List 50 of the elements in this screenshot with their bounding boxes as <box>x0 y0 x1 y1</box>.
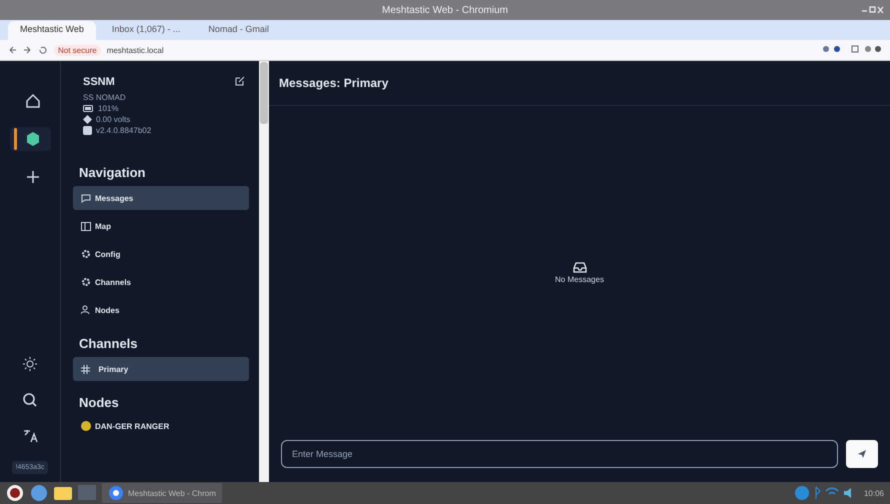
channel-item[interactable]: Primary <box>73 357 249 381</box>
browser-tab[interactable]: Inbox (1,067) - ... <box>100 21 192 40</box>
section-heading: Channels <box>78 335 139 353</box>
nav-item[interactable]: Channels <box>73 270 249 294</box>
clock-text: 10:06 <box>864 488 884 498</box>
plus-icon <box>26 170 40 184</box>
firmware-text: v2.4.0.8847b02 <box>96 126 152 135</box>
voltage-text: 0.00 volts <box>96 115 130 124</box>
node-name[interactable]: DAN-GER RANGER <box>95 422 170 430</box>
security-label[interactable]: Not secure <box>54 44 101 56</box>
message-icon <box>81 194 91 202</box>
folder-icon[interactable] <box>54 485 72 501</box>
rail-button[interactable] <box>10 127 50 151</box>
page-title: Messages: Primary <box>279 76 388 90</box>
section-heading: Navigation <box>78 164 146 182</box>
users-icon <box>81 305 91 315</box>
message-input[interactable]: Enter Message <box>281 440 838 468</box>
inbox-icon <box>572 262 586 273</box>
url-text[interactable]: meshtastic.local <box>106 46 164 54</box>
hash-icon <box>81 364 90 374</box>
empty-state-text: No Messages <box>555 275 604 284</box>
device-long-name: SS NOMAD <box>83 93 127 102</box>
nav-arrows-icon[interactable] <box>8 46 48 54</box>
gear-icon <box>81 249 91 259</box>
device-short-name: SSNM <box>83 76 115 88</box>
window-controls-icon[interactable] <box>862 6 884 14</box>
battery-text: 101% <box>98 104 118 113</box>
window-title: Meshtastic Web - Chromium <box>382 4 508 16</box>
battery-icon <box>83 105 94 112</box>
section-heading: Nodes <box>78 394 120 412</box>
home-icon <box>24 93 40 109</box>
hexagon-icon <box>24 131 40 147</box>
send-button[interactable] <box>846 440 878 468</box>
map-icon <box>81 222 91 230</box>
browser-tab[interactable]: Nomad - Gmail <box>196 21 281 40</box>
chip-icon <box>83 126 92 135</box>
browser-tab[interactable]: Meshtastic Web <box>8 21 96 40</box>
toolbar-icons[interactable] <box>822 45 882 55</box>
browser-icon <box>108 485 124 501</box>
globe-icon[interactable] <box>30 484 48 502</box>
gear-icon <box>81 277 91 287</box>
scrollbar-thumb[interactable] <box>260 62 268 124</box>
taskbar-window-button[interactable]: Meshtastic Web - Chrom <box>102 483 222 503</box>
voltage-icon <box>83 115 92 124</box>
nav-item[interactable]: Map <box>73 214 249 238</box>
nav-item[interactable]: Nodes <box>73 298 249 322</box>
nav-item[interactable]: Messages <box>73 186 249 210</box>
raspberry-icon[interactable] <box>6 484 24 502</box>
send-icon <box>857 449 867 459</box>
nav-item[interactable]: Config <box>73 242 249 266</box>
